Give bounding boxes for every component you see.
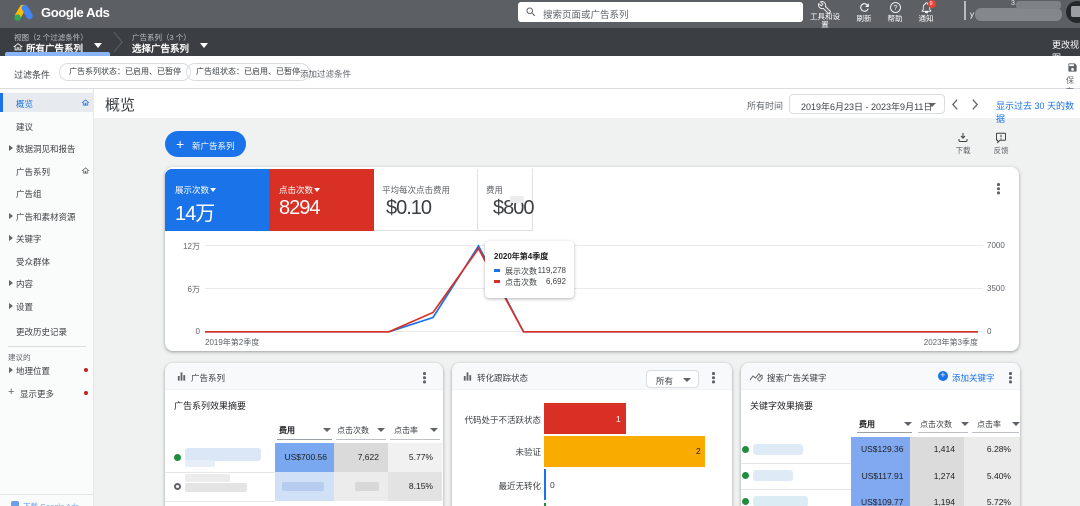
svg-text:?: ? xyxy=(894,5,898,12)
